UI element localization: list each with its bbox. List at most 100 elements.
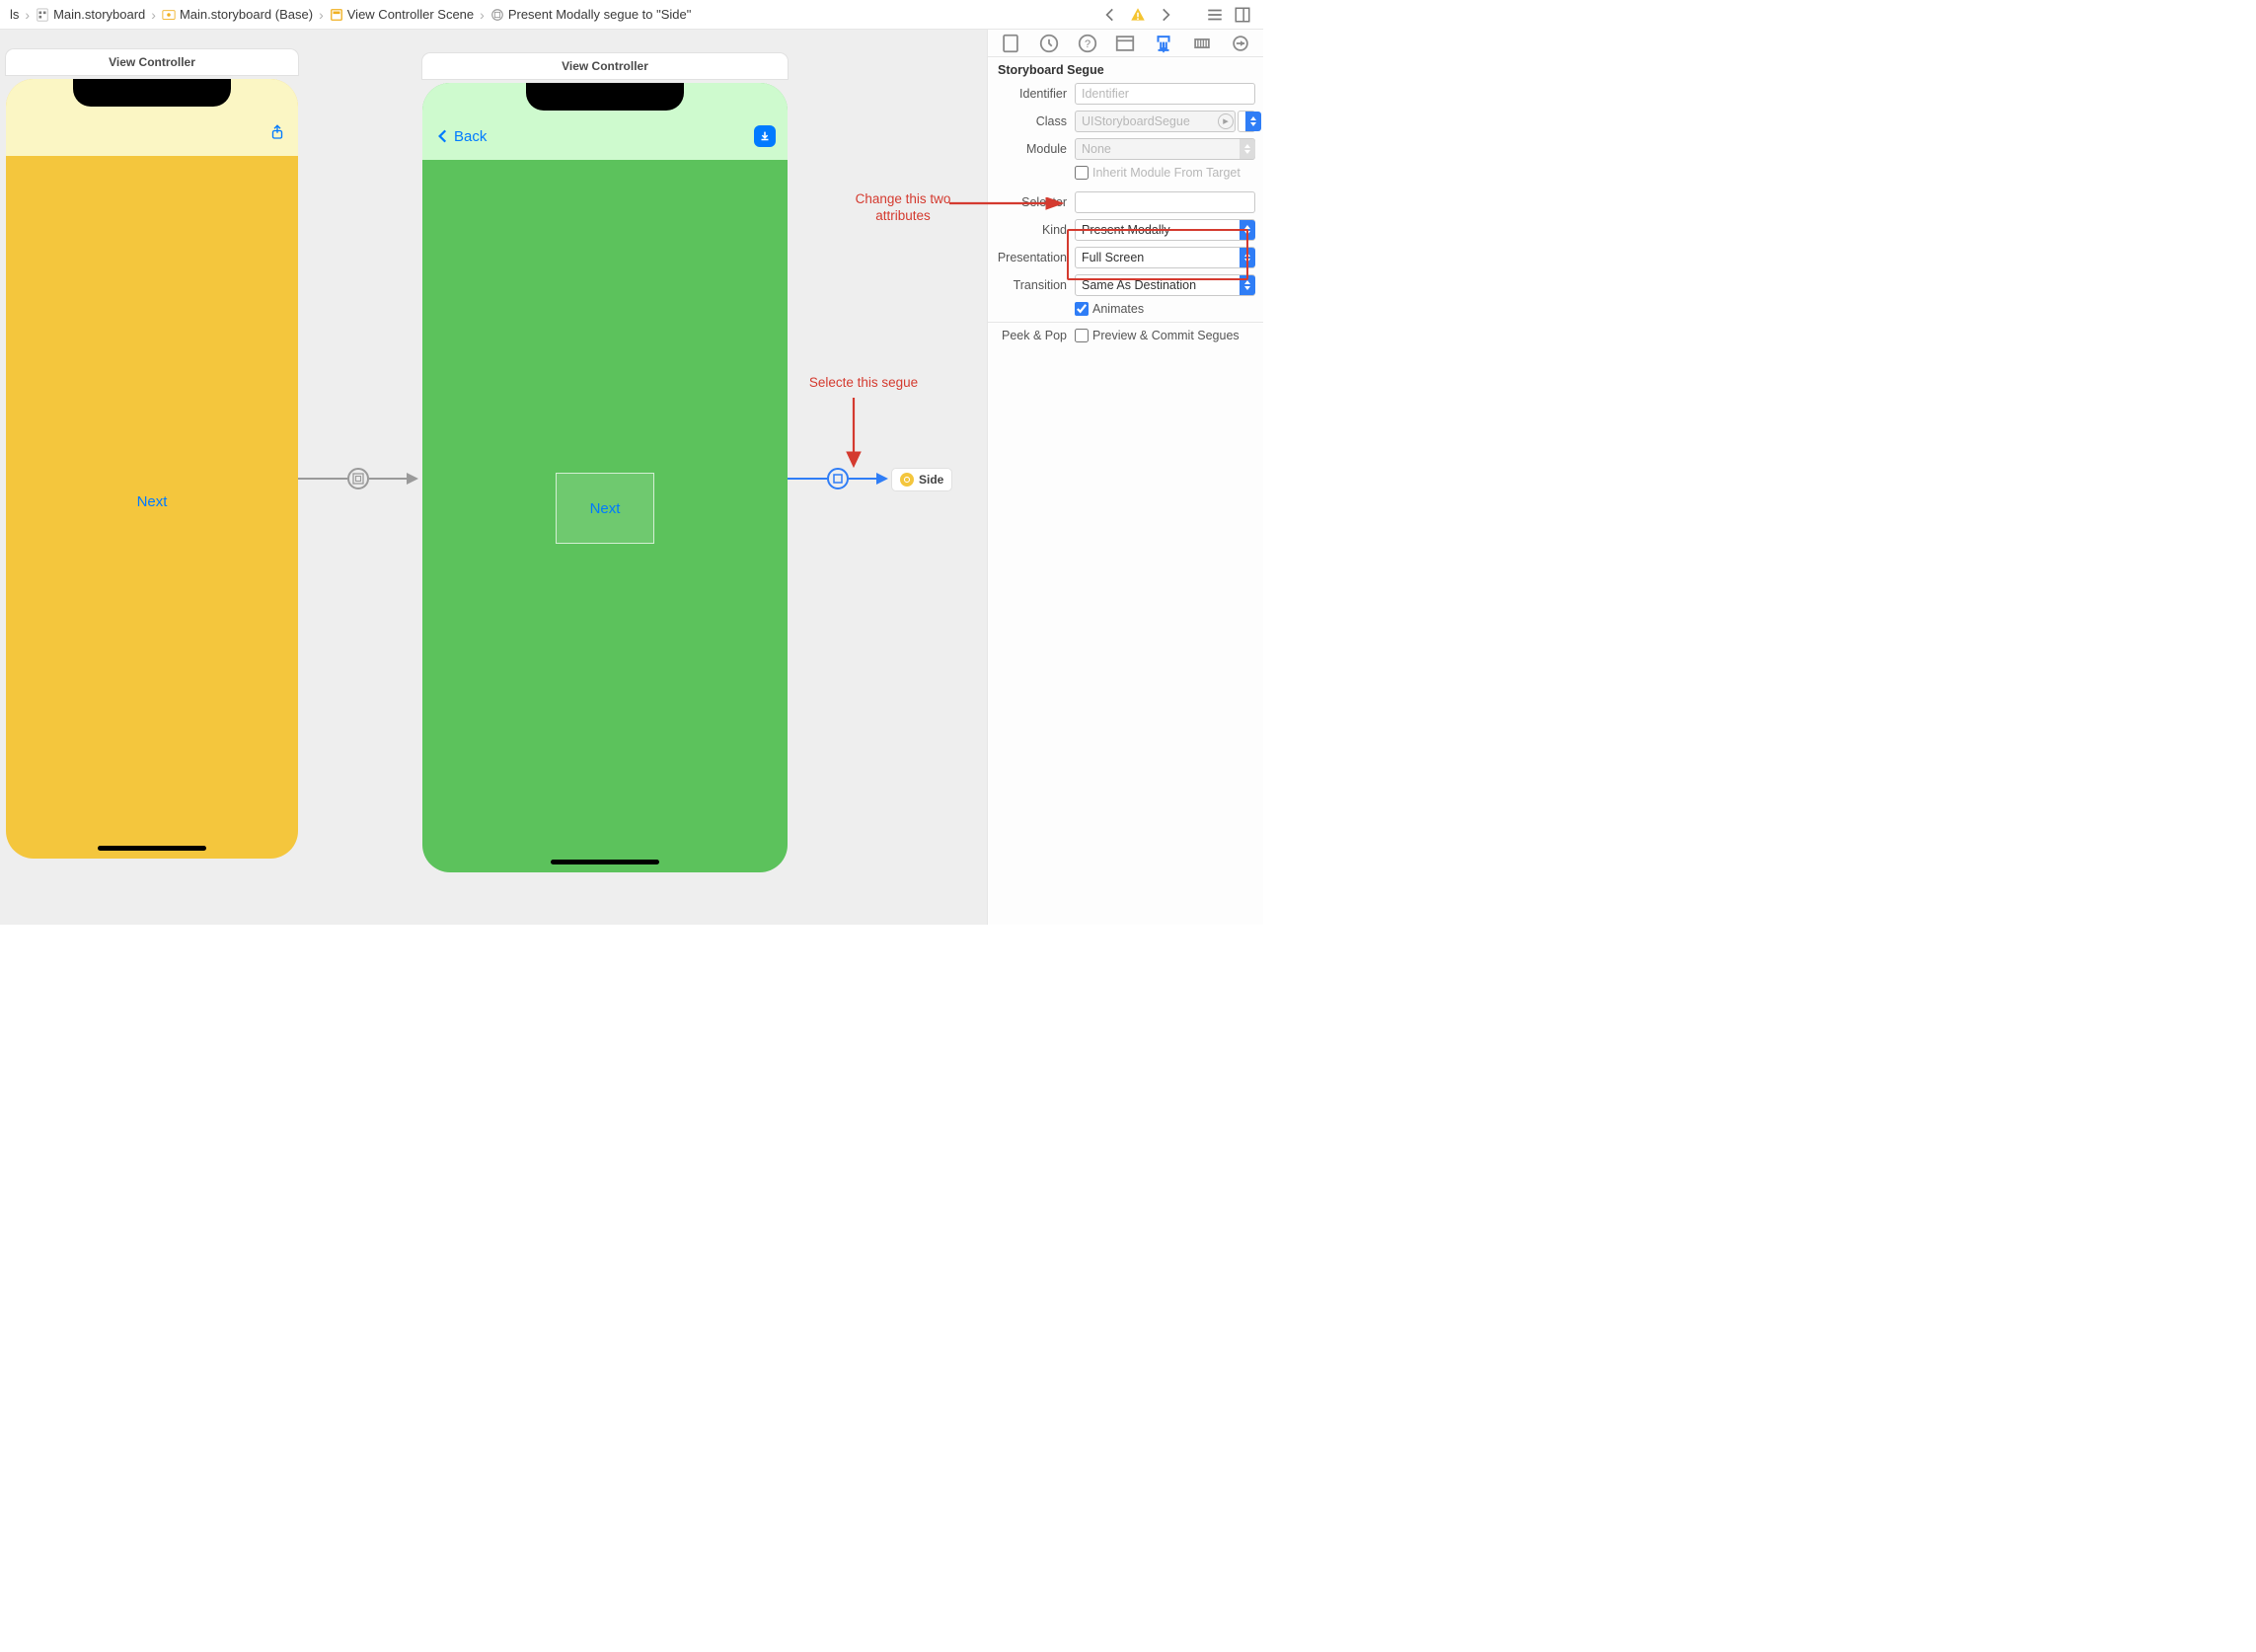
label-module: Module [996,142,1075,156]
annotation-arrow-icon [834,393,873,472]
inherit-label: Inherit Module From Target [1092,166,1241,180]
svg-text:?: ? [1085,38,1090,50]
size-inspector-tab[interactable] [1191,33,1213,54]
preview-checkbox[interactable] [1075,329,1089,342]
row-identifier: Identifier [996,83,1255,105]
chevron-right-icon: › [23,7,32,23]
scene-title-bar[interactable]: View Controller [6,49,298,75]
label-class: Class [996,114,1075,128]
row-animates: Animates [996,302,1255,316]
outline-icon[interactable] [1206,6,1224,24]
scene-dot-icon [900,473,914,487]
container-view[interactable]: Next [556,473,654,544]
preview-label: Preview & Commit Segues [1092,329,1240,342]
arrowhead-icon [407,473,418,485]
phone-mock-vc2[interactable]: Back Next [422,83,788,872]
label-identifier: Identifier [996,87,1075,101]
row-kind: Kind Present Modally [996,219,1255,241]
share-button[interactable] [268,123,286,141]
inspector-section-header: Storyboard Segue [988,57,1263,81]
download-icon [758,129,772,143]
next-button[interactable]: Next [557,474,653,543]
presentation-select[interactable]: Full Screen [1075,247,1255,268]
inspector-tabs: ? [988,30,1263,57]
crumb-main-storyboard[interactable]: Main.storyboard [32,7,149,22]
home-indicator [551,860,659,864]
present-modally-icon [832,473,844,485]
crumb-segue[interactable]: Present Modally segue to "Side" [487,7,696,22]
inspector-panel: ? Storyboard Segue Identifier Class ▸ Mo… [987,30,1263,925]
attributes-inspector-tab[interactable] [1153,33,1174,54]
annotation-change-attrs: Change this two attributes [839,191,967,225]
row-class: Class ▸ [996,111,1255,132]
breadcrumb: ls › Main.storyboard › Main.storyboard (… [6,7,1101,23]
module-value: None [1082,142,1111,156]
nav-back-button[interactable] [1101,6,1119,24]
animates-checkbox[interactable] [1075,302,1089,316]
history-inspector-tab[interactable] [1038,33,1060,54]
notch [526,83,684,111]
scene-title: View Controller [109,55,195,69]
transition-value: Same As Destination [1082,278,1196,292]
crumb-label: Main.storyboard (Base) [180,7,313,22]
label-presentation: Presentation [996,251,1075,264]
scene-reference-side[interactable]: Side [891,468,952,491]
back-label: Back [454,128,487,145]
chevron-left-icon [434,127,452,145]
scene-title-bar[interactable]: View Controller [422,53,788,79]
class-jump-button[interactable]: ▸ [1218,113,1234,129]
inherit-checkbox[interactable] [1075,166,1089,180]
class-field[interactable] [1075,111,1236,132]
breadcrumb-bar: ls › Main.storyboard › Main.storyboard (… [0,0,1263,30]
crumb-storyboard-base[interactable]: Main.storyboard (Base) [158,7,317,22]
storyboard-file-icon [36,8,49,22]
chevron-right-icon: › [317,7,326,23]
kind-value: Present Modally [1082,223,1170,237]
row-module: Module None [996,138,1255,160]
nav-bar-row [6,116,298,148]
class-dropdown-button[interactable] [1238,111,1255,132]
adjust-editor-icon[interactable] [1234,6,1251,24]
selector-field[interactable] [1075,191,1255,213]
notch [73,79,231,107]
warning-icon[interactable] [1129,6,1147,24]
identity-inspector-tab[interactable] [1114,33,1136,54]
crumb-parent-trunc[interactable]: ls [6,7,23,22]
storyboard-canvas[interactable]: View Controller Next View Controller Bac… [0,30,987,925]
module-select[interactable]: None [1075,138,1255,160]
separator [988,322,1263,323]
file-inspector-tab[interactable] [1000,33,1021,54]
label-peek: Peek & Pop [996,329,1075,342]
phone-mock-vc1[interactable]: Next [6,79,298,859]
segue-connector-selected [849,478,876,480]
storyboard-icon [162,8,176,22]
crumb-label: ls [10,7,19,22]
nav-forward-button[interactable] [1157,6,1174,24]
row-transition: Transition Same As Destination [996,274,1255,296]
scene-ref-label: Side [919,473,943,487]
annotation-select-segue: Selecte this segue [790,375,938,392]
segue-icon [490,8,504,22]
kind-select[interactable]: Present Modally [1075,219,1255,241]
segue-node-embed[interactable] [347,468,369,489]
identifier-field[interactable] [1075,83,1255,105]
button-label: Next [590,500,621,517]
back-button[interactable]: Back [434,127,487,145]
crumb-label: View Controller Scene [347,7,474,22]
segue-connector-selected [788,478,827,480]
connections-inspector-tab[interactable] [1230,33,1251,54]
help-inspector-tab[interactable]: ? [1077,33,1098,54]
segue-connector [369,478,407,480]
transition-select[interactable]: Same As Destination [1075,274,1255,296]
row-inherit: Inherit Module From Target [996,166,1255,180]
crumb-label: Present Modally segue to "Side" [508,7,692,22]
chevron-right-icon: › [149,7,158,23]
nav-bar-row: Back [422,120,788,152]
animates-label: Animates [1092,302,1144,316]
annotation-arrow-icon [949,197,1068,217]
embed-icon [352,473,364,485]
scene-icon [330,8,343,22]
next-button[interactable]: Next [6,493,298,510]
download-button[interactable] [754,125,776,147]
crumb-scene[interactable]: View Controller Scene [326,7,478,22]
